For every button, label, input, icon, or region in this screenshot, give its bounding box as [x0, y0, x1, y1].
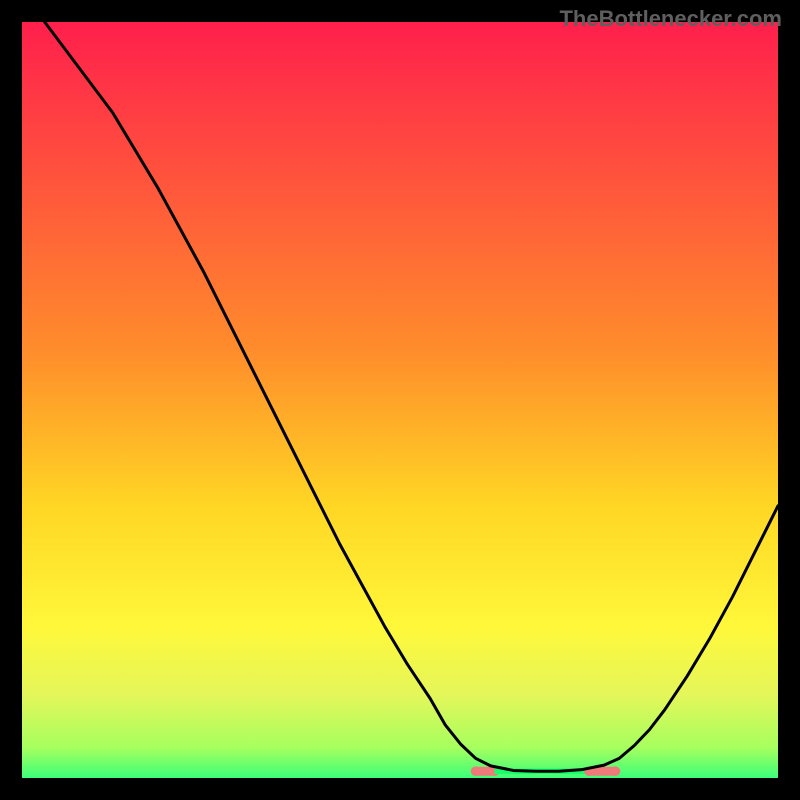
baseline-segment-endcap: [471, 766, 481, 776]
baseline-segment-endcap: [611, 766, 621, 776]
chart-container: { "watermark": "TheBottlenecker.com", "c…: [0, 0, 800, 800]
watermark-text: TheBottlenecker.com: [559, 6, 782, 32]
chart-plot-area: [22, 22, 778, 778]
chart-svg: [22, 22, 778, 778]
gradient-background: [22, 22, 778, 778]
